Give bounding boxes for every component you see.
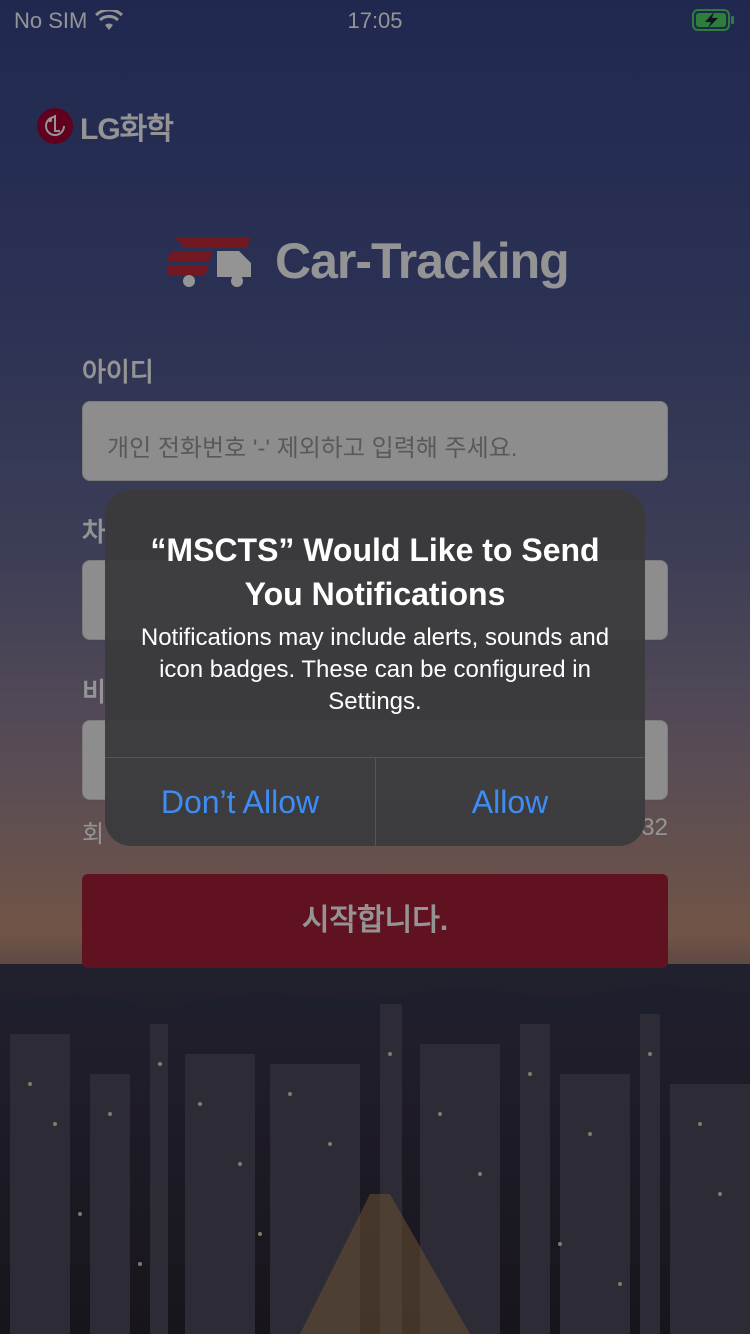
alert-message: Notifications may include alerts, sounds… xyxy=(140,624,610,715)
alert-title: “MSCTS” Would Like to Send You Notificat… xyxy=(150,532,600,612)
allow-button[interactable]: Allow xyxy=(375,758,645,846)
dont-allow-button[interactable]: Don’t Allow xyxy=(105,758,375,846)
notification-permission-alert: “MSCTS” Would Like to Send You Notificat… xyxy=(105,490,645,846)
